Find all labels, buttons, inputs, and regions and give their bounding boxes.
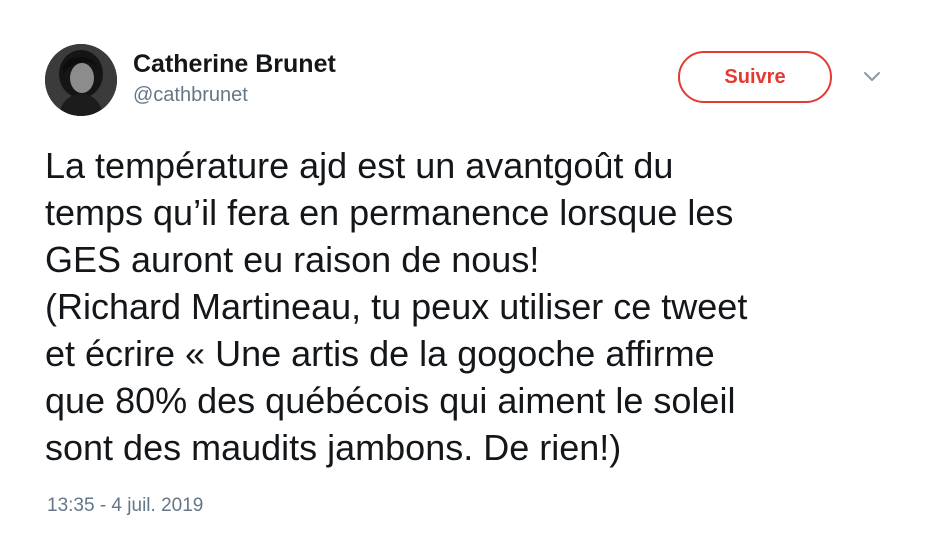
author-handle[interactable]: @cathbrunet — [133, 83, 248, 107]
tweet-text-line: sont des maudits jambons. De rien!) — [45, 427, 622, 468]
tweet-text: La température ajd est un avantgoût du t… — [45, 142, 905, 471]
tweet-text-line: GES auront eu raison de nous! — [45, 239, 540, 280]
avatar-image — [45, 44, 117, 116]
tweet-text-line: La température ajd est un avantgoût du — [45, 145, 674, 186]
tweet-timestamp[interactable]: 13:35 - 4 juil. 2019 — [47, 494, 203, 518]
chevron-down-icon[interactable] — [862, 70, 882, 84]
tweet-text-line: que 80% des québécois qui aiment le sole… — [45, 380, 736, 421]
avatar[interactable] — [45, 44, 117, 116]
follow-button[interactable]: Suivre — [678, 51, 832, 103]
author-name[interactable]: Catherine Brunet — [133, 49, 336, 79]
tweet-text-line: (Richard Martineau, tu peux utiliser ce … — [45, 286, 748, 327]
tweet-text-line: et écrire « Une artis de la gogoche affi… — [45, 333, 715, 374]
tweet-card: Catherine Brunet @cathbrunet Suivre La t… — [0, 0, 942, 536]
tweet-text-line: temps qu’il fera en permanence lorsque l… — [45, 192, 734, 233]
